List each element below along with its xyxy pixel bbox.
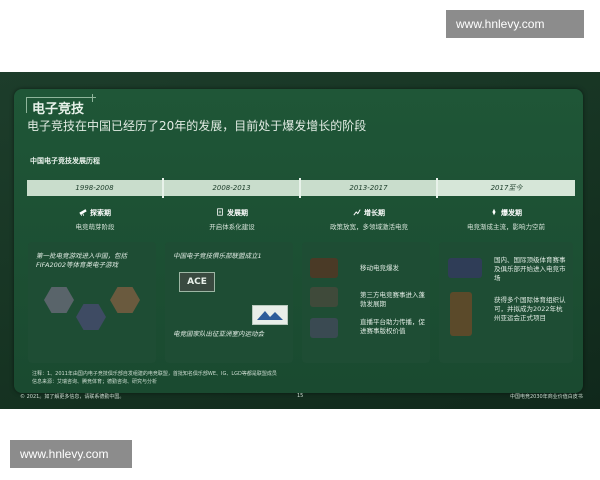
timeline: 1998-2008 2008-2013 2013-2017 2017至今 — [27, 178, 575, 198]
streaming-platform-logo — [310, 318, 338, 338]
card2-text1: 中国电子竞技俱乐部联盟成立1 — [173, 252, 262, 260]
growth-chart-icon — [353, 209, 361, 216]
timeline-period-2: 2008-2013 — [164, 180, 299, 196]
phase-2: 发展期 开启体系化建设 — [167, 208, 297, 231]
slide-subtitle: 电子竞技在中国已经历了20年的发展，目前处于爆发增长的阶段 — [27, 119, 367, 133]
phase-1: 探索期 电竞萌芽阶段 — [30, 208, 160, 231]
card4-item-1: 国内、国际顶级体育赛事及俱乐部开始进入电竞市场 — [494, 256, 566, 282]
document-icon — [217, 208, 223, 216]
card3-item-2: 第三方电竞赛事进入蓬勃发展期 — [360, 291, 425, 308]
phase-desc: 政策放宽，多领域激活电竞 — [330, 223, 408, 231]
source-note: 信息来源：艾瑞咨询、腾竞体育；德勤咨询、研究与分析 — [32, 379, 158, 385]
phase-desc: 开启体系化建设 — [209, 223, 255, 231]
phase-name: 发展期 — [227, 209, 248, 217]
footnote: 注释：1、2011年由国内电子竞技俱乐部自发组建的电竞联盟，首批知名俱乐部WE、… — [32, 371, 277, 377]
timeline-period-1: 1998-2008 — [27, 180, 162, 196]
ace-logo: ACE — [179, 272, 215, 292]
card3-item-3: 直播平台助力传播，促进赛事版权价值 — [360, 318, 425, 335]
mobile-esports-logo — [310, 258, 338, 278]
card4-item-2: 获得多个国际体育组织认可，并拟成为2022年杭州亚运会正式项目 — [494, 296, 566, 322]
telescope-icon — [79, 209, 87, 216]
asian-games-logo — [450, 292, 472, 336]
club-logos — [448, 258, 482, 278]
phase-name: 增长期 — [364, 209, 385, 217]
phase-name: 爆发期 — [501, 209, 522, 217]
footer-left: © 2021。如了解更多信息，请联系德勤中国。 — [20, 394, 125, 400]
timeline-period-3: 2013-2017 — [301, 180, 436, 196]
phase-desc: 电竞渐成主流，影响力空前 — [467, 223, 545, 231]
phase-name: 探索期 — [90, 209, 111, 217]
team-logo — [252, 305, 288, 325]
tournament-logo — [310, 287, 338, 307]
card2-text2: 电竞国家队出征亚洲室内运动会 — [173, 330, 264, 338]
phase-desc: 电竞萌芽阶段 — [75, 223, 115, 231]
watermark-top: www.hnlevy.com — [446, 10, 584, 38]
phase-4: 爆发期 电竞渐成主流，影响力空前 — [441, 208, 571, 231]
footer-right: 中国电竞2030年商业价值白皮书 — [510, 394, 583, 400]
phase-3: 增长期 政策放宽，多领域激活电竞 — [304, 208, 434, 231]
card3-item-1: 移动电竞爆发 — [360, 264, 399, 272]
slide-title: 电子竞技 — [32, 102, 85, 117]
watermark-bottom: www.hnlevy.com — [10, 440, 132, 468]
page-number: 15 — [297, 393, 304, 399]
timeline-period-4: 2017至今 — [438, 180, 575, 196]
card1-text: 第一批电竞游戏进入中国，包括FIFA2002等体育类电子游戏 — [36, 252, 127, 269]
section-title: 中国电子竞技发展历程 — [30, 157, 100, 165]
rocket-icon — [492, 208, 496, 216]
